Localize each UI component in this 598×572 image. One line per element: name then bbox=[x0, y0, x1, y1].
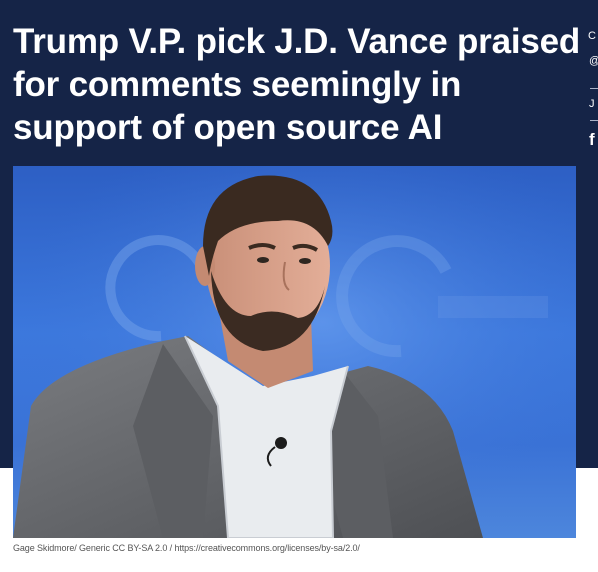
facebook-share-icon[interactable]: f bbox=[589, 130, 595, 150]
article-headline: Trump V.P. pick J.D. Vance praised for c… bbox=[13, 22, 581, 147]
meta-divider bbox=[590, 88, 598, 89]
author-handle-fragment[interactable]: @ bbox=[589, 55, 598, 67]
clipped-byline-column: C @ J f bbox=[588, 0, 598, 160]
portrait-illustration bbox=[13, 166, 576, 538]
byline-fragment: C bbox=[588, 30, 596, 42]
article-hero-photo bbox=[13, 166, 576, 538]
meta-divider bbox=[590, 120, 598, 121]
date-fragment: J bbox=[589, 98, 595, 110]
photo-credit-caption: Gage Skidmore/ Generic CC BY-SA 2.0 / ht… bbox=[13, 543, 360, 553]
